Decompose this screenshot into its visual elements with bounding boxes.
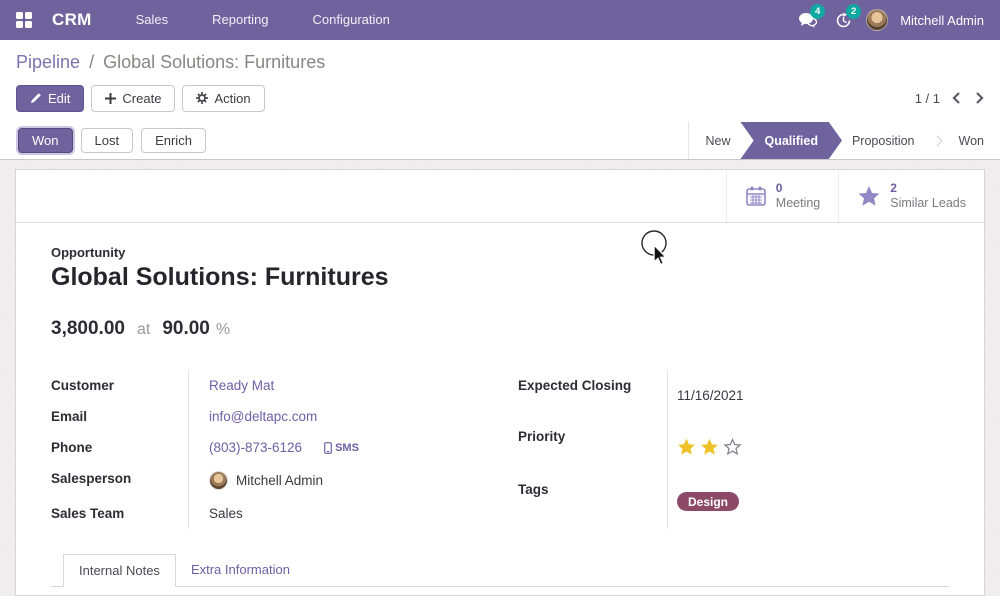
at-label: at (137, 321, 150, 339)
messages-badge: 4 (810, 4, 825, 19)
user-avatar[interactable] (866, 9, 888, 31)
amount-row: 3,800.00 at 90.00 % (51, 318, 949, 340)
stage-new[interactable]: New (689, 122, 746, 159)
salesperson-avatar (209, 471, 228, 490)
app-name[interactable]: CRM (52, 10, 92, 30)
action-button[interactable]: Action (182, 85, 264, 112)
nav-menu-configuration[interactable]: Configuration (295, 0, 408, 40)
lost-button[interactable]: Lost (81, 128, 134, 153)
star-icon (857, 185, 881, 207)
stage-qualified-active[interactable]: Qualified (740, 122, 841, 159)
stage-bar: New Qualified Proposition Won (688, 122, 1000, 159)
notebook-tabs: Internal Notes Extra Information (51, 553, 949, 587)
control-panel: Pipeline / Global Solutions: Furnitures … (0, 40, 1000, 122)
salesperson-label: Salesperson (51, 463, 188, 498)
nav-right: 4 2 Mitchell Admin (794, 7, 984, 33)
expected-revenue: 3,800.00 (51, 318, 125, 340)
gear-icon (196, 92, 208, 104)
opportunity-title: Global Solutions: Furnitures (51, 263, 949, 292)
field-groups: Customer Ready Mat Email info@deltapc.co… (51, 370, 949, 529)
email-label: Email (51, 401, 188, 432)
create-button-label: Create (122, 91, 161, 106)
user-name[interactable]: Mitchell Admin (900, 13, 984, 28)
sheet-body: Opportunity Global Solutions: Furnitures… (16, 223, 984, 595)
edit-button-label: Edit (48, 91, 70, 106)
sales-team-value[interactable]: Sales (209, 506, 243, 521)
similar-leads-label: Similar Leads (890, 196, 966, 212)
breadcrumb: Pipeline / Global Solutions: Furnitures (16, 52, 984, 73)
field-group-left: Customer Ready Mat Email info@deltapc.co… (51, 370, 483, 529)
breadcrumb-current: Global Solutions: Furnitures (103, 52, 325, 72)
pager-previous-icon[interactable] (952, 91, 961, 105)
email-value-link[interactable]: info@deltapc.com (209, 409, 317, 424)
priority-stars (677, 438, 742, 456)
pager: 1 / 1 (915, 91, 984, 106)
probability-value: 90.00 (162, 318, 210, 340)
form-sheet: 0 Meeting 2 Similar Leads Opportunity Gl… (15, 169, 985, 596)
star-filled-icon[interactable] (700, 438, 719, 456)
expected-closing-label: Expected Closing (518, 370, 667, 421)
action-button-label: Action (214, 91, 250, 106)
salesperson-value[interactable]: Mitchell Admin (236, 473, 323, 488)
stage-won[interactable]: Won (943, 122, 1000, 159)
priority-label: Priority (518, 421, 667, 475)
similar-leads-stat-button[interactable]: 2 Similar Leads (838, 170, 984, 222)
tags-label: Tags (518, 474, 667, 529)
stage-proposition[interactable]: Proposition (836, 122, 931, 159)
stat-button-box: 0 Meeting 2 Similar Leads (16, 170, 984, 223)
tag-design[interactable]: Design (677, 492, 739, 511)
plus-icon (105, 93, 116, 104)
pencil-icon (30, 92, 42, 104)
calendar-icon (745, 185, 767, 207)
sms-link[interactable]: SMS (324, 442, 359, 454)
pager-next-icon[interactable] (975, 91, 984, 105)
enrich-button[interactable]: Enrich (141, 128, 206, 153)
nav-left: CRM Sales Reporting Configuration (16, 0, 408, 40)
apps-grid-icon[interactable] (16, 12, 32, 28)
customer-label: Customer (51, 370, 188, 401)
meeting-count: 0 (776, 181, 820, 196)
won-button[interactable]: Won (18, 128, 73, 153)
activities-button[interactable]: 2 (830, 7, 856, 33)
phone-label: Phone (51, 432, 188, 463)
similar-leads-count: 2 (890, 181, 966, 196)
top-nav: CRM Sales Reporting Configuration 4 2 Mi… (0, 0, 1000, 40)
messages-button[interactable]: 4 (794, 7, 820, 33)
create-button[interactable]: Create (91, 85, 175, 112)
tab-internal-notes[interactable]: Internal Notes (63, 554, 176, 587)
expected-closing-value[interactable]: 11/16/2021 (677, 388, 744, 403)
meeting-stat-button[interactable]: 0 Meeting (726, 170, 838, 222)
phone-value-link[interactable]: (803)-873-6126 (209, 440, 302, 455)
nav-menu-reporting[interactable]: Reporting (194, 0, 286, 40)
tab-extra-information[interactable]: Extra Information (176, 554, 305, 587)
pager-counter: 1 / 1 (915, 91, 940, 106)
mobile-phone-icon (324, 442, 332, 454)
opportunity-type-label: Opportunity (51, 245, 949, 260)
star-empty-icon[interactable] (723, 438, 742, 456)
edit-button[interactable]: Edit (16, 85, 84, 112)
stage-chevron-icon (931, 135, 942, 146)
customer-value-link[interactable]: Ready Mat (209, 378, 274, 393)
breadcrumb-separator: / (89, 52, 94, 72)
field-group-right: Expected Closing 11/16/2021 Priority (518, 370, 949, 529)
nav-menu-sales[interactable]: Sales (118, 0, 187, 40)
activities-badge: 2 (846, 4, 861, 19)
sales-team-label: Sales Team (51, 498, 188, 529)
statusbar: Won Lost Enrich New Qualified Propositio… (0, 122, 1000, 160)
control-panel-buttons: Edit Create Action 1 / 1 (16, 84, 984, 112)
content-area: 0 Meeting 2 Similar Leads Opportunity Gl… (0, 160, 1000, 596)
breadcrumb-pipeline-link[interactable]: Pipeline (16, 52, 80, 72)
sms-label: SMS (335, 442, 359, 454)
star-filled-icon[interactable] (677, 438, 696, 456)
meeting-label: Meeting (776, 196, 820, 212)
percent-sign: % (216, 321, 230, 339)
